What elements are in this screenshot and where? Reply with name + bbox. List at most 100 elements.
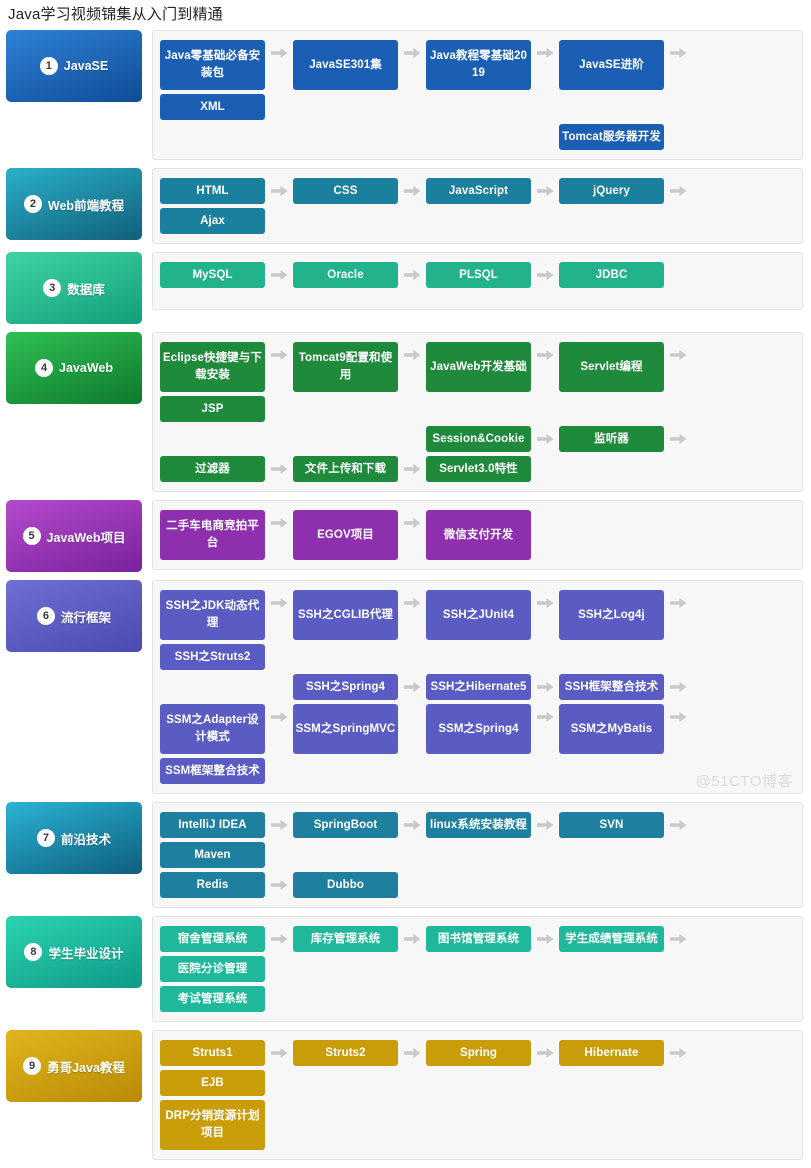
course-node[interactable]: 微信支付开发 — [426, 510, 531, 560]
course-node[interactable]: HTML — [160, 178, 265, 204]
course-list: SSH之JDK动态代理 SSH之CGLIB代理 SSH之JUnit4 SSH之Log4… — [152, 580, 803, 794]
arrow-right-icon — [265, 872, 293, 898]
course-node[interactable]: Session&Cookie — [426, 426, 531, 452]
course-list: Java零基础必备安装包 JavaSE301集 Java教程零基础2019 JavaS… — [152, 30, 803, 160]
category-label: JavaWeb — [59, 361, 113, 375]
layout-spacer — [398, 872, 426, 898]
category-badge-8[interactable]: 8 学生毕业设计 — [6, 916, 142, 988]
course-node[interactable]: Struts1 — [160, 1040, 265, 1066]
course-node[interactable]: SSH之Spring4 — [293, 674, 398, 700]
course-node[interactable]: SSM之SpringMVC — [293, 704, 398, 754]
roadmap-row: 5 JavaWeb项目 二手车电商竞拍平台 EGOV项目 微信支付开发 — [6, 500, 803, 572]
layout-spacer — [293, 124, 426, 150]
course-node[interactable]: Ajax — [160, 208, 265, 234]
course-node[interactable]: JavaSE301集 — [293, 40, 398, 90]
course-node[interactable]: SSH之Hibernate5 — [426, 674, 531, 700]
arrow-right-icon — [265, 510, 293, 536]
course-node[interactable]: Servlet3.0特性 — [426, 456, 531, 482]
category-number: 5 — [22, 527, 41, 545]
layout-spacer — [664, 262, 692, 288]
course-node[interactable]: JavaScript — [426, 178, 531, 204]
arrow-right-icon — [265, 262, 293, 288]
category-badge-9[interactable]: 9 勇哥Java教程 — [6, 1030, 142, 1102]
course-node[interactable]: jQuery — [559, 178, 664, 204]
roadmap-container: 1 JavaSE Java零基础必备安装包 JavaSE301集 Java教程零基础20… — [6, 30, 803, 1168]
course-node[interactable]: SSH框架整合技术 — [559, 674, 664, 700]
course-node[interactable]: Oracle — [293, 262, 398, 288]
course-node[interactable]: JavaWeb开发基础 — [426, 342, 531, 392]
course-node[interactable]: Hibernate — [559, 1040, 664, 1066]
category-badge-1[interactable]: 1 JavaSE — [6, 30, 142, 102]
course-node[interactable]: 二手车电商竞拍平台 — [160, 510, 265, 560]
arrow-right-icon — [531, 812, 559, 838]
arrow-right-icon — [531, 926, 559, 952]
category-badge-6[interactable]: 6 流行框架 — [6, 580, 142, 652]
course-node[interactable]: Tomcat9配置和使用 — [293, 342, 398, 392]
category-number: 9 — [23, 1057, 42, 1075]
course-node[interactable]: JSP — [160, 396, 265, 422]
course-node[interactable]: XML — [160, 94, 265, 120]
course-node[interactable]: SSM之Spring4 — [426, 704, 531, 754]
arrow-right-icon — [664, 426, 692, 452]
layout-spacer — [265, 956, 293, 982]
course-node[interactable]: JavaSE进阶 — [559, 40, 664, 90]
course-node[interactable]: 监听器 — [559, 426, 664, 452]
course-node[interactable]: 库存管理系统 — [293, 926, 398, 952]
category-badge-7[interactable]: 7 前沿技术 — [6, 802, 142, 874]
course-node[interactable]: EGOV项目 — [293, 510, 398, 560]
course-node[interactable]: SSM之Adapter设计模式 — [160, 704, 265, 754]
course-node[interactable]: SpringBoot — [293, 812, 398, 838]
course-node[interactable]: 图书馆管理系统 — [426, 926, 531, 952]
course-node[interactable]: EJB — [160, 1070, 265, 1096]
course-node[interactable]: Struts2 — [293, 1040, 398, 1066]
course-node[interactable]: Eclipse快捷键与下载安装 — [160, 342, 265, 392]
course-node[interactable]: Java零基础必备安装包 — [160, 40, 265, 90]
course-node[interactable]: 文件上传和下载 — [293, 456, 398, 482]
course-node[interactable]: SSM之MyBatis — [559, 704, 664, 754]
arrow-right-icon — [531, 1040, 559, 1066]
course-node[interactable]: Dubbo — [293, 872, 398, 898]
layout-spacer — [531, 456, 559, 482]
category-badge-2[interactable]: 2 Web前端教程 — [6, 168, 142, 240]
layout-spacer — [265, 1100, 293, 1126]
category-badge-4[interactable]: 4 JavaWeb — [6, 332, 142, 404]
course-node[interactable]: JDBC — [559, 262, 664, 288]
course-node[interactable]: 考试管理系统 — [160, 986, 265, 1012]
course-node[interactable]: IntelliJ IDEA — [160, 812, 265, 838]
course-list: 宿舍管理系统 库存管理系统 图书馆管理系统 学生成绩管理系统医院分诊管理 考试管理系统 — [152, 916, 803, 1022]
course-node[interactable]: Servlet编程 — [559, 342, 664, 392]
course-node[interactable]: 医院分诊管理 — [160, 956, 265, 982]
course-node[interactable]: MySQL — [160, 262, 265, 288]
course-node[interactable]: 学生成绩管理系统 — [559, 926, 664, 952]
course-node[interactable]: 过滤器 — [160, 456, 265, 482]
arrow-right-icon — [398, 1040, 426, 1066]
course-node[interactable]: Spring — [426, 1040, 531, 1066]
layout-spacer — [293, 426, 426, 452]
course-node[interactable]: SSM框架整合技术 — [160, 758, 265, 784]
course-node[interactable]: SSH之Struts2 — [160, 644, 265, 670]
category-badge-3[interactable]: 3 数据库 — [6, 252, 142, 324]
course-node[interactable]: Tomcat服务器开发 — [559, 124, 664, 150]
category-badge-5[interactable]: 5 JavaWeb项目 — [6, 500, 142, 572]
course-node[interactable]: Java教程零基础2019 — [426, 40, 531, 90]
course-node[interactable]: DRP分销资源计划项目 — [160, 1100, 265, 1150]
course-list: 二手车电商竞拍平台 EGOV项目 微信支付开发 — [152, 500, 803, 570]
course-node[interactable]: SSH之JUnit4 — [426, 590, 531, 640]
arrow-right-icon — [664, 1040, 692, 1066]
arrow-right-icon — [398, 262, 426, 288]
course-node[interactable]: SSH之CGLIB代理 — [293, 590, 398, 640]
course-node[interactable]: linux系统安装教程 — [426, 812, 531, 838]
course-node[interactable]: 宿舍管理系统 — [160, 926, 265, 952]
course-list: IntelliJ IDEA SpringBoot linux系统安装教程 SVN Mav… — [152, 802, 803, 908]
course-node[interactable]: Maven — [160, 842, 265, 868]
layout-spacer — [160, 674, 293, 700]
course-node[interactable]: PLSQL — [426, 262, 531, 288]
category-label: JavaSE — [63, 59, 109, 73]
course-node[interactable]: SSH之Log4j — [559, 590, 664, 640]
course-node[interactable]: SVN — [559, 812, 664, 838]
course-node[interactable]: Redis — [160, 872, 265, 898]
arrow-right-icon — [531, 178, 559, 204]
course-list: HTML CSS JavaScript jQuery Ajax — [152, 168, 803, 244]
course-node[interactable]: CSS — [293, 178, 398, 204]
course-node[interactable]: SSH之JDK动态代理 — [160, 590, 265, 640]
